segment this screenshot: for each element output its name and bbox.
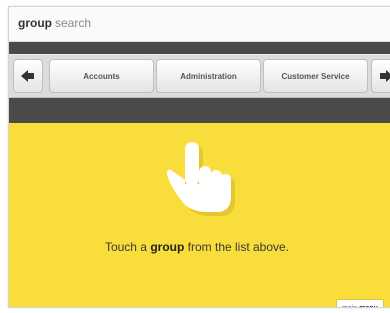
- tab-label: Administration: [180, 71, 237, 81]
- tab-administration[interactable]: Administration: [156, 59, 261, 93]
- prompt-post: from the list above.: [184, 240, 290, 254]
- page-title: group search: [18, 16, 91, 30]
- tab-label: Accounts: [83, 71, 120, 81]
- pointing-hand-icon: [167, 142, 235, 216]
- group-navbar: Accounts Administration Customer Service: [9, 42, 390, 123]
- main-content: Touch a group from the list above. main m…: [9, 123, 390, 307]
- arrow-left-icon: [21, 70, 34, 82]
- instruction-text: Touch a group from the list above.: [9, 240, 385, 254]
- prev-button[interactable]: [13, 59, 43, 93]
- prompt-pre: Touch a: [104, 240, 151, 254]
- title-bold: group: [18, 16, 52, 30]
- app-frame: group search Accounts Administration Cust…: [8, 6, 390, 308]
- menu-label-bold: menu: [359, 304, 378, 308]
- prompt-bold: group: [150, 240, 185, 254]
- menu-label-light: main: [342, 304, 358, 308]
- tab-label: Customer Service: [281, 71, 350, 81]
- tab-customer-service[interactable]: Customer Service: [263, 59, 368, 93]
- tab-accounts[interactable]: Accounts: [49, 59, 154, 93]
- main-menu-button[interactable]: main menu: [336, 299, 384, 308]
- arrow-right-icon: [380, 70, 390, 82]
- header: group search: [9, 7, 390, 42]
- next-button[interactable]: [371, 59, 390, 93]
- group-tab-strip: Accounts Administration Customer Service: [9, 54, 390, 98]
- title-light: search: [55, 16, 92, 30]
